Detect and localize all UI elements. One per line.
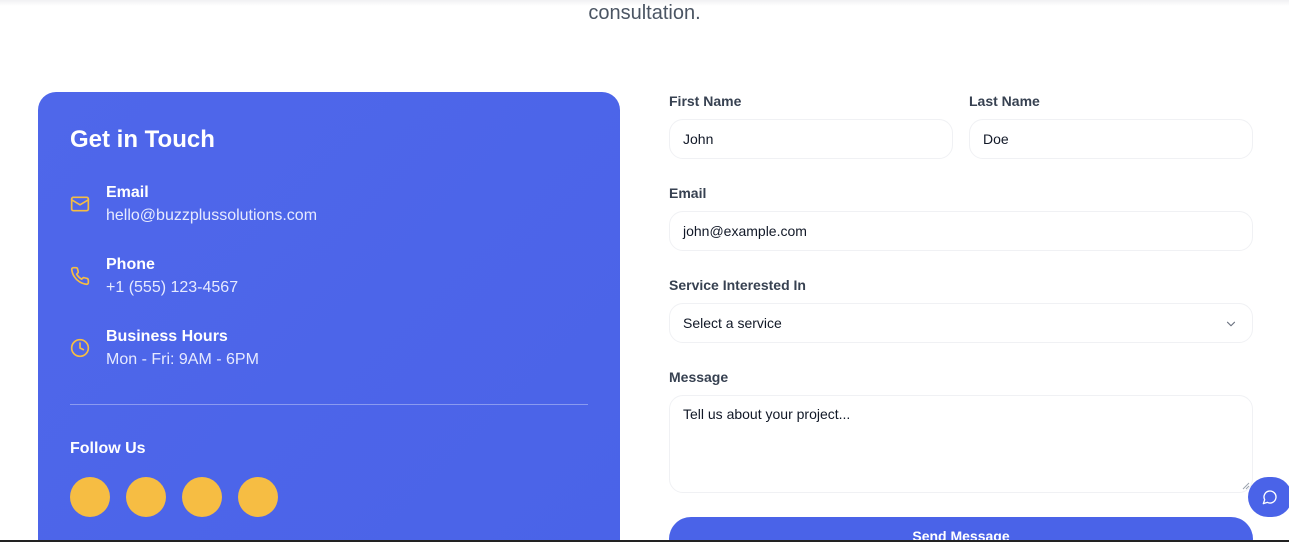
service-select-value: Select a service <box>683 315 782 331</box>
follow-us-heading: Follow Us <box>70 440 146 457</box>
message-placeholder: Tell us about your project... <box>683 406 851 422</box>
card-title: Get in Touch <box>70 126 215 153</box>
mail-icon <box>70 194 90 214</box>
info-value: Mon - Fri: 9AM - 6PM <box>106 351 259 368</box>
chat-bubble-icon <box>1262 490 1277 505</box>
message-label: Message <box>669 369 729 385</box>
clock-icon <box>70 338 90 358</box>
info-label: Phone <box>106 256 155 273</box>
info-value[interactable]: hello@buzzplussolutions.com <box>106 207 317 225</box>
info-label: Business Hours <box>106 328 228 345</box>
contact-page: consultation. Get in Touch Email hello@b… <box>0 0 1289 542</box>
info-hours: Business Hours Mon - Fri: 9AM - 6PM <box>70 328 570 378</box>
contact-info-card: Get in Touch Email hello@buzzplussolutio… <box>38 92 620 542</box>
service-label: Service Interested In <box>669 277 806 293</box>
last-name-label: Last Name <box>969 93 1040 109</box>
section-subtitle: consultation. <box>588 2 701 24</box>
email-input[interactable]: john@example.com <box>669 211 1253 251</box>
info-email: Email hello@buzzplussolutions.com <box>70 184 570 234</box>
first-name-label: First Name <box>669 93 742 109</box>
send-message-button[interactable]: Send Message <box>669 517 1253 542</box>
message-textarea[interactable]: Tell us about your project... <box>669 395 1253 493</box>
social-links <box>70 477 278 517</box>
social-link-1[interactable] <box>70 477 110 517</box>
chevron-down-icon <box>1224 317 1238 331</box>
phone-icon <box>70 266 90 286</box>
email-label: Email <box>669 185 707 201</box>
info-label: Email <box>106 184 149 201</box>
social-link-4[interactable] <box>238 477 278 517</box>
info-phone: Phone +1 (555) 123-4567 <box>70 256 570 306</box>
social-link-3[interactable] <box>182 477 222 517</box>
last-name-input[interactable]: Doe <box>969 119 1253 159</box>
service-select[interactable]: Select a service <box>669 303 1253 343</box>
info-value[interactable]: +1 (555) 123-4567 <box>106 279 238 297</box>
card-divider <box>70 404 588 405</box>
chat-button[interactable] <box>1248 477 1289 517</box>
first-name-input[interactable]: John <box>669 119 953 159</box>
social-link-2[interactable] <box>126 477 166 517</box>
